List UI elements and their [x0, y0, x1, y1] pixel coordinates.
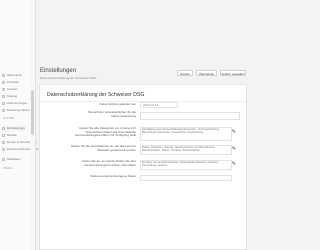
chart-icon — [2, 158, 5, 161]
sidebar-item-label: Produkte — [7, 80, 20, 84]
sidebar-item-label: Statistiken — [7, 157, 21, 161]
field-label-categories: Geben Sie alle Kategorien an, in denen I… — [74, 126, 136, 138]
sidebar-item-kunden[interactable]: Kunden — [2, 87, 17, 92]
sidebar-item-einstellungen[interactable]: Einstellungen — [2, 126, 26, 131]
sidebar-item-katalog[interactable]: Katalog — [2, 94, 17, 99]
field-label-more-data: Weitere personenbezogene Daten — [90, 174, 136, 178]
sidebar-item-produkte[interactable]: Produkte — [2, 80, 19, 85]
sidebar-section-system: SYSTEM — [3, 117, 15, 120]
field-label-third-parties: Geben Sie an, an welche Dritten Sie Ihre… — [81, 159, 136, 167]
puzzle-icon — [2, 134, 5, 137]
sidebar-item-label: Kunden — [7, 87, 18, 91]
edit-icon[interactable]: ✎ — [232, 129, 236, 135]
sidebar-item-label: Marketing Aktionen — [7, 108, 33, 112]
sidebar-item-label: Einstellungen — [7, 126, 26, 130]
sidebar-item-uebersetzungen[interactable]: Übersetzungen — [2, 101, 27, 106]
sidebar-section-profil: PROFIL — [3, 167, 13, 170]
sidebar-item-label: Warenkorb — [7, 73, 22, 77]
edit-icon[interactable]: ✎ — [232, 161, 236, 167]
responsible-field[interactable] — [140, 112, 240, 120]
sidebar: Warenkorb Produkte Kunden Katalog Überse… — [0, 0, 39, 250]
third-parties-value: Hosting, Versanddienstleister, Zahlungsd… — [142, 160, 219, 168]
categories-value: Einwilligung der Nutzer/Webseitenbesuche… — [142, 127, 220, 135]
sidebar-item-label: Katalog — [7, 94, 18, 98]
date-field[interactable]: 2023-02-14 — [140, 102, 178, 108]
page-title: Einstellungen — [40, 68, 77, 74]
more-data-field[interactable] — [140, 175, 232, 181]
sliders-icon — [2, 148, 5, 151]
translate-button[interactable]: Übersetzen — [196, 70, 217, 76]
box-icon — [2, 81, 5, 84]
megaphone-icon — [2, 109, 5, 112]
edit-icon[interactable]: ✎ — [232, 146, 236, 152]
book-icon — [2, 95, 5, 98]
manage-changes-button[interactable]: Ändern verwalten — [220, 70, 246, 76]
palette-icon — [2, 141, 5, 144]
sidebar-item-label: Module — [7, 133, 17, 137]
breadcrumb: Datenschutzerklärung der Schweizer DSG — [40, 76, 97, 80]
back-button[interactable]: Zurück — [177, 70, 193, 76]
field-label-date: Datum Einheit geändert am — [99, 102, 136, 106]
collected-info-value: Daten, Adressen, Anrede, Telefonnummer, … — [142, 145, 216, 153]
settings-card: Datenschutzerklärung der Schweizer DSG D… — [39, 84, 247, 250]
user-icon — [2, 88, 5, 91]
gear-icon — [2, 127, 5, 130]
sidebar-scrollbar-thumb[interactable] — [31, 90, 34, 135]
sidebar-item-statistiken[interactable]: Statistiken — [2, 157, 21, 162]
field-label-responsible: Bereich der Verantwortlichen für die Dat… — [88, 110, 136, 118]
sidebar-item-warenkorb[interactable]: Warenkorb — [2, 73, 22, 78]
globe-icon — [2, 102, 5, 105]
sidebar-item-label: Übersetzungen — [7, 101, 28, 105]
sidebar-item-marketing[interactable]: Marketing Aktionen — [2, 108, 33, 113]
card-title: Datenschutzerklärung der Schweizer DSG — [47, 92, 145, 98]
field-label-collected-info: Geben Sie die Informationen an, die über… — [70, 144, 136, 152]
sidebar-item-module[interactable]: Module — [2, 133, 17, 138]
cart-icon — [2, 74, 5, 77]
main-content: Einstellungen Datenschutzerklärung der S… — [36, 0, 250, 250]
